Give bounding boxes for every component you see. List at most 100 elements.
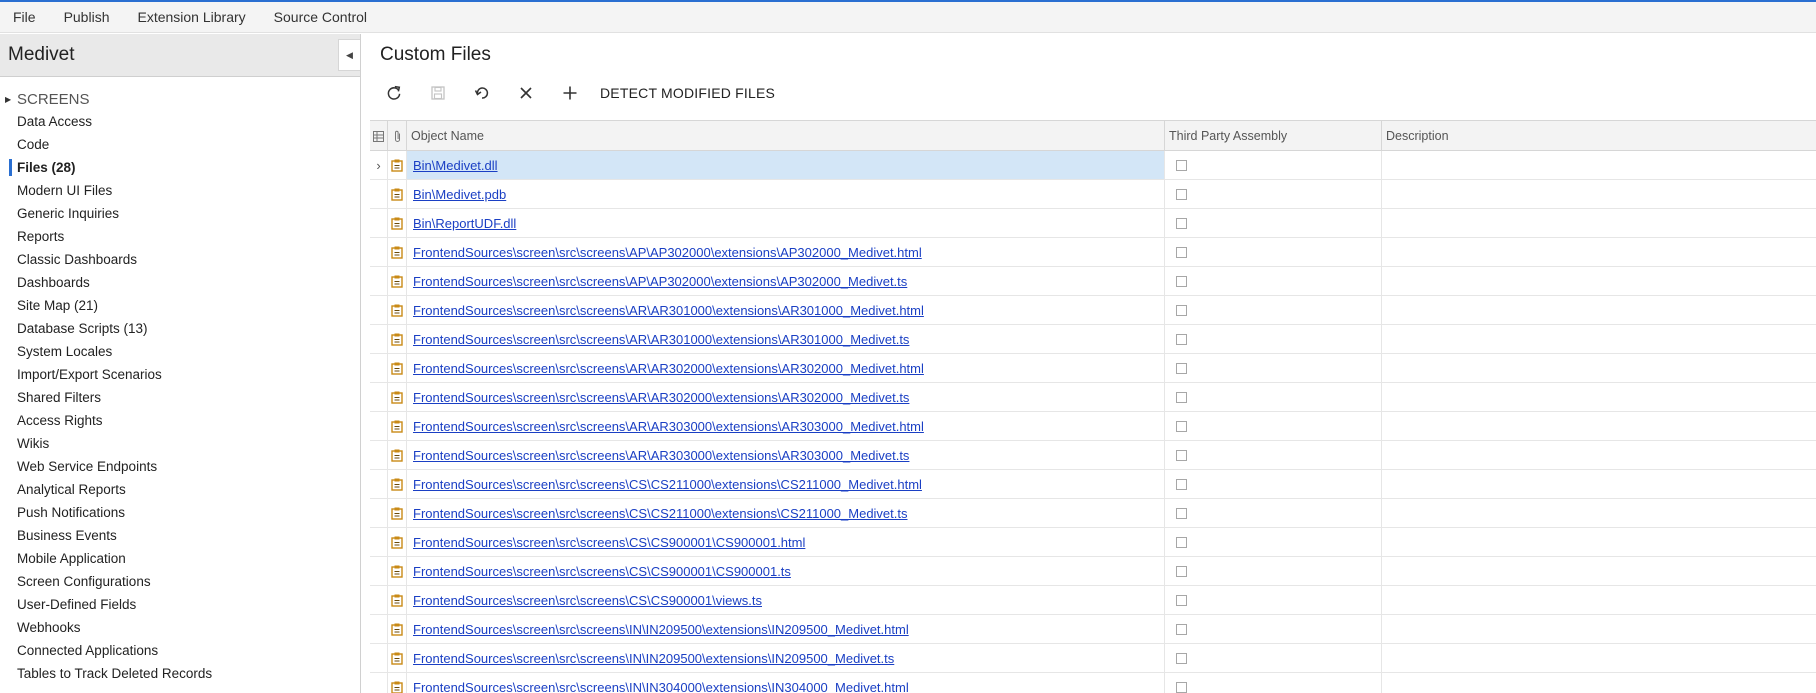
third-party-assembly-checkbox[interactable] xyxy=(1176,217,1187,229)
third-party-assembly-checkbox[interactable] xyxy=(1176,478,1187,490)
add-button[interactable] xyxy=(548,76,592,110)
expand-arrow-icon[interactable]: ▶ xyxy=(5,95,17,104)
table-row[interactable]: Bin\Medivet.pdb xyxy=(370,180,1816,209)
description-cell[interactable] xyxy=(1382,528,1816,556)
sidebar-item-mobile-application[interactable]: Mobile Application xyxy=(0,547,360,570)
third-party-assembly-checkbox[interactable] xyxy=(1176,159,1187,171)
third-party-assembly-checkbox[interactable] xyxy=(1176,594,1187,606)
description-cell[interactable] xyxy=(1382,383,1816,411)
table-row[interactable]: FrontendSources\screen\src\screens\AR\AR… xyxy=(370,354,1816,383)
description-cell[interactable] xyxy=(1382,557,1816,585)
undo-button[interactable] xyxy=(460,76,504,110)
description-cell[interactable] xyxy=(1382,267,1816,295)
sidebar-item-push-notifications[interactable]: Push Notifications xyxy=(0,501,360,524)
menu-source-control[interactable]: Source Control xyxy=(267,9,374,25)
description-cell[interactable] xyxy=(1382,325,1816,353)
column-header-object-name[interactable]: Object Name xyxy=(407,121,1165,151)
file-link[interactable]: FrontendSources\screen\src\screens\AR\AR… xyxy=(413,419,924,434)
description-cell[interactable] xyxy=(1382,296,1816,324)
third-party-assembly-checkbox[interactable] xyxy=(1176,275,1187,287)
third-party-assembly-checkbox[interactable] xyxy=(1176,420,1187,432)
table-row[interactable]: FrontendSources\screen\src\screens\AP\AP… xyxy=(370,267,1816,296)
sidebar-item-business-events[interactable]: Business Events xyxy=(0,524,360,547)
menu-file[interactable]: File xyxy=(6,9,43,25)
attachment-column-header[interactable] xyxy=(388,121,407,151)
sidebar-item-code[interactable]: Code xyxy=(0,133,360,156)
row-selector[interactable] xyxy=(370,238,388,266)
description-cell[interactable] xyxy=(1382,644,1816,672)
file-link[interactable]: Bin\ReportUDF.dll xyxy=(413,216,516,231)
table-row[interactable]: FrontendSources\screen\src\screens\AR\AR… xyxy=(370,441,1816,470)
sidebar-item-site-map[interactable]: Site Map (21) xyxy=(0,294,360,317)
file-link[interactable]: Bin\Medivet.dll xyxy=(413,158,498,173)
row-selector[interactable] xyxy=(370,441,388,469)
table-row[interactable]: FrontendSources\screen\src\screens\CS\CS… xyxy=(370,557,1816,586)
row-selector[interactable] xyxy=(370,412,388,440)
file-link[interactable]: FrontendSources\screen\src\screens\AP\AP… xyxy=(413,274,907,289)
row-selector[interactable] xyxy=(370,296,388,324)
file-link[interactable]: FrontendSources\screen\src\screens\AP\AP… xyxy=(413,245,922,260)
row-selector[interactable] xyxy=(370,470,388,498)
table-row[interactable]: Bin\ReportUDF.dll xyxy=(370,209,1816,238)
column-header-third-party-assembly[interactable]: Third Party Assembly xyxy=(1165,121,1382,151)
file-link[interactable]: FrontendSources\screen\src\screens\AR\AR… xyxy=(413,361,924,376)
sidebar-item-webhooks[interactable]: Webhooks xyxy=(0,616,360,639)
sidebar-item-database-scripts[interactable]: Database Scripts (13) xyxy=(0,317,360,340)
table-row[interactable]: FrontendSources\screen\src\screens\IN\IN… xyxy=(370,673,1816,693)
file-link[interactable]: Bin\Medivet.pdb xyxy=(413,187,506,202)
table-row[interactable]: FrontendSources\screen\src\screens\AR\AR… xyxy=(370,412,1816,441)
third-party-assembly-checkbox[interactable] xyxy=(1176,246,1187,258)
tree-node-screens[interactable]: ▶ SCREENS xyxy=(0,89,360,109)
table-row[interactable]: FrontendSources\screen\src\screens\IN\IN… xyxy=(370,615,1816,644)
description-cell[interactable] xyxy=(1382,615,1816,643)
table-row[interactable]: FrontendSources\screen\src\screens\AP\AP… xyxy=(370,238,1816,267)
description-cell[interactable] xyxy=(1382,238,1816,266)
row-selector[interactable] xyxy=(370,499,388,527)
sidebar-item-access-rights[interactable]: Access Rights xyxy=(0,409,360,432)
collapse-sidebar-button[interactable]: ◀ xyxy=(338,39,360,71)
sidebar-item-dashboards[interactable]: Dashboards xyxy=(0,271,360,294)
third-party-assembly-checkbox[interactable] xyxy=(1176,565,1187,577)
row-selector[interactable] xyxy=(370,209,388,237)
description-cell[interactable] xyxy=(1382,412,1816,440)
third-party-assembly-checkbox[interactable] xyxy=(1176,188,1187,200)
table-row[interactable]: FrontendSources\screen\src\screens\AR\AR… xyxy=(370,296,1816,325)
third-party-assembly-checkbox[interactable] xyxy=(1176,681,1187,693)
description-cell[interactable] xyxy=(1382,586,1816,614)
sidebar-item-screen-configurations[interactable]: Screen Configurations xyxy=(0,570,360,593)
row-selector[interactable] xyxy=(370,325,388,353)
column-selector-header[interactable] xyxy=(370,121,388,151)
column-header-description[interactable]: Description xyxy=(1382,121,1816,151)
file-link[interactable]: FrontendSources\screen\src\screens\AR\AR… xyxy=(413,303,924,318)
row-selector[interactable] xyxy=(370,267,388,295)
description-cell[interactable] xyxy=(1382,354,1816,382)
file-link[interactable]: FrontendSources\screen\src\screens\CS\CS… xyxy=(413,593,762,608)
sidebar-item-analytical-reports[interactable]: Analytical Reports xyxy=(0,478,360,501)
refresh-button[interactable] xyxy=(372,76,416,110)
third-party-assembly-checkbox[interactable] xyxy=(1176,362,1187,374)
file-link[interactable]: FrontendSources\screen\src\screens\IN\IN… xyxy=(413,622,909,637)
table-row[interactable]: FrontendSources\screen\src\screens\CS\CS… xyxy=(370,499,1816,528)
file-link[interactable]: FrontendSources\screen\src\screens\CS\CS… xyxy=(413,506,908,521)
description-cell[interactable] xyxy=(1382,499,1816,527)
row-selector[interactable]: › xyxy=(370,151,388,179)
table-row[interactable]: FrontendSources\screen\src\screens\IN\IN… xyxy=(370,644,1816,673)
sidebar-item-reports[interactable]: Reports xyxy=(0,225,360,248)
file-link[interactable]: FrontendSources\screen\src\screens\CS\CS… xyxy=(413,535,805,550)
third-party-assembly-checkbox[interactable] xyxy=(1176,536,1187,548)
third-party-assembly-checkbox[interactable] xyxy=(1176,652,1187,664)
table-row[interactable]: FrontendSources\screen\src\screens\AR\AR… xyxy=(370,383,1816,412)
sidebar-item-data-access[interactable]: Data Access xyxy=(0,110,360,133)
delete-button[interactable] xyxy=(504,76,548,110)
description-cell[interactable] xyxy=(1382,470,1816,498)
sidebar-item-files[interactable]: Files (28) xyxy=(0,156,360,179)
menu-extension-library[interactable]: Extension Library xyxy=(130,9,252,25)
sidebar-item-user-defined-fields[interactable]: User-Defined Fields xyxy=(0,593,360,616)
file-link[interactable]: FrontendSources\screen\src\screens\IN\IN… xyxy=(413,651,894,666)
description-cell[interactable] xyxy=(1382,673,1816,693)
description-cell[interactable] xyxy=(1382,441,1816,469)
file-link[interactable]: FrontendSources\screen\src\screens\AR\AR… xyxy=(413,332,909,347)
table-row[interactable]: FrontendSources\screen\src\screens\CS\CS… xyxy=(370,586,1816,615)
sidebar-item-web-service-endpoints[interactable]: Web Service Endpoints xyxy=(0,455,360,478)
save-button[interactable] xyxy=(416,76,460,110)
